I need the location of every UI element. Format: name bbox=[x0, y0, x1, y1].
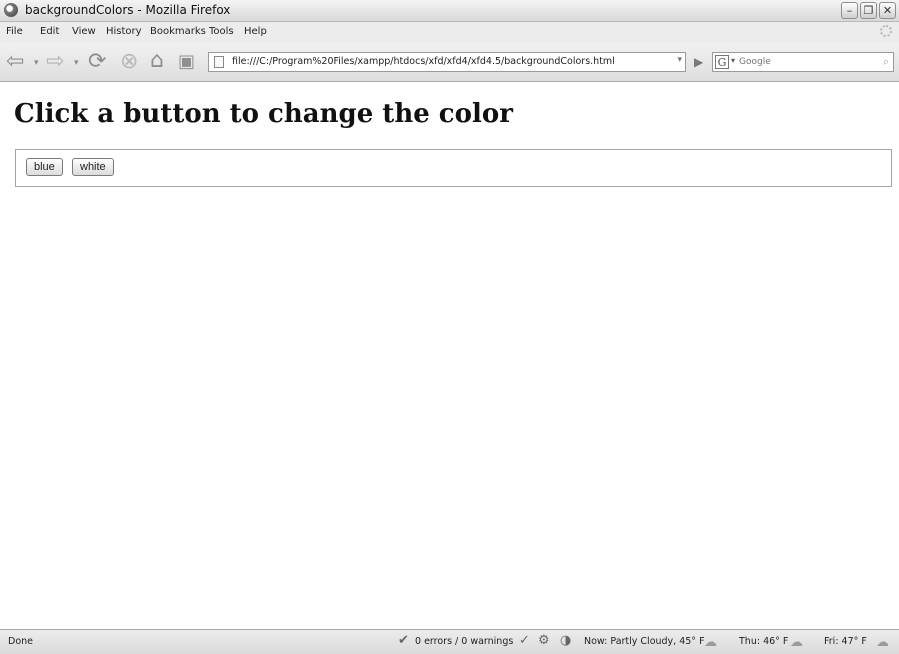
menu-bookmarks[interactable]: Bookmarks bbox=[150, 26, 206, 38]
menu-file[interactable]: File bbox=[6, 26, 23, 38]
menu-help[interactable]: Help bbox=[244, 26, 267, 38]
friday-cloud-icon: ☁ bbox=[876, 635, 889, 650]
settings-gear-icon[interactable]: ⚙ bbox=[538, 634, 550, 648]
back-icon[interactable]: ⇦ bbox=[6, 51, 24, 73]
search-icon[interactable]: ⌕ bbox=[883, 55, 889, 69]
menu-tools[interactable]: Tools bbox=[209, 26, 234, 38]
go-icon[interactable]: ▶ bbox=[694, 55, 703, 69]
engine-dropdown-icon[interactable]: ▾ bbox=[731, 56, 735, 65]
page-heading: Click a button to change the color bbox=[14, 99, 513, 129]
home-icon[interactable]: ⌂ bbox=[150, 50, 164, 72]
address-url[interactable]: file:///C:/Program%20Files/xampp/htdocs/… bbox=[232, 56, 615, 68]
minimize-button[interactable]: – bbox=[841, 2, 858, 19]
status-text: Done bbox=[8, 636, 33, 647]
page-content: Click a button to change the color blue … bbox=[0, 82, 899, 628]
white-button[interactable]: white bbox=[72, 158, 114, 176]
google-engine-icon[interactable]: G bbox=[715, 55, 729, 69]
page-icon bbox=[214, 56, 224, 68]
back-history-dropdown-icon[interactable]: ▾ bbox=[34, 58, 39, 68]
maximize-button[interactable]: ❐ bbox=[860, 2, 877, 19]
window-controls: – ❐ ✕ bbox=[841, 2, 896, 19]
addon-check-icon[interactable]: ✓ bbox=[519, 634, 530, 648]
stop-icon[interactable]: ⊗ bbox=[120, 51, 138, 73]
moon-phase-icon: ◑ bbox=[560, 633, 572, 648]
forward-icon[interactable]: ⇨ bbox=[46, 51, 64, 73]
blue-button[interactable]: blue bbox=[26, 158, 63, 176]
menu-bar: File Edit View History Bookmarks Tools H… bbox=[0, 22, 899, 44]
weather-now[interactable]: Now: Partly Cloudy, 45° F bbox=[584, 636, 705, 648]
reload-icon[interactable]: ⟳ bbox=[88, 51, 106, 73]
weather-thursday[interactable]: Thu: 46° F bbox=[739, 636, 788, 648]
thursday-cloud-icon: ☁ bbox=[790, 635, 803, 650]
navigation-toolbar: ⇦ ▾ ⇨ ▾ ⟳ ⊗ ⌂ ▣ file:///C:/Program%20Fil… bbox=[0, 43, 899, 82]
menu-edit[interactable]: Edit bbox=[40, 26, 59, 38]
forward-history-dropdown-icon[interactable]: ▾ bbox=[74, 58, 79, 68]
partly-cloudy-icon: ☁ bbox=[704, 635, 717, 650]
close-button[interactable]: ✕ bbox=[879, 2, 896, 19]
url-dropdown-icon[interactable]: ▾ bbox=[677, 55, 682, 65]
bookmark-page-icon[interactable]: ▣ bbox=[178, 51, 195, 73]
window-title: backgroundColors - Mozilla Firefox bbox=[25, 3, 231, 17]
address-bar[interactable]: file:///C:/Program%20Files/xampp/htdocs/… bbox=[208, 52, 686, 72]
color-button-group: blue white bbox=[15, 149, 892, 187]
search-bar: G ▾ ⌕ bbox=[712, 52, 894, 72]
activity-throbber-icon bbox=[880, 25, 892, 37]
status-bar: Done ✔ 0 errors / 0 warnings ✓ ⚙ ◑ Now: … bbox=[0, 629, 899, 654]
weather-friday[interactable]: Fri: 47° F bbox=[824, 636, 867, 648]
menu-view[interactable]: View bbox=[72, 26, 96, 38]
error-count[interactable]: 0 errors / 0 warnings bbox=[415, 636, 513, 648]
title-bar: backgroundColors - Mozilla Firefox – ❐ ✕ bbox=[0, 0, 899, 22]
firefox-icon bbox=[4, 3, 18, 17]
menu-history[interactable]: History bbox=[106, 26, 142, 38]
validator-icon[interactable]: ✔ bbox=[398, 634, 409, 648]
search-input[interactable] bbox=[739, 55, 869, 69]
